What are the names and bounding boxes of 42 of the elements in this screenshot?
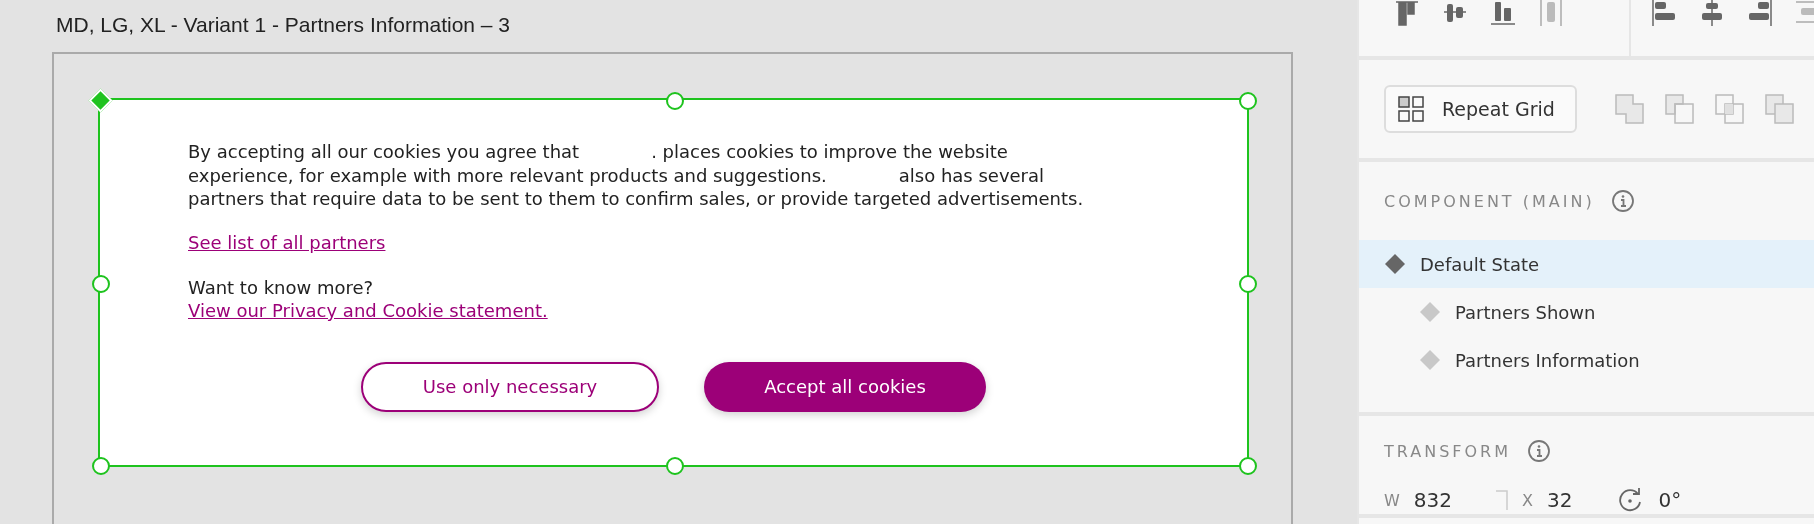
transform-heading: TRANSFORM: [1384, 441, 1512, 461]
resize-handle[interactable]: [665, 457, 684, 475]
align-left-icon[interactable]: [1651, 0, 1677, 26]
distribute-icon[interactable]: [1538, 0, 1564, 26]
privacy-link[interactable]: View our Privacy and Cookie statement.: [188, 298, 548, 322]
artboard-title: MD, LG, XL - Variant 1 - Partners Information – 3: [55, 12, 511, 38]
lock-bracket-icon[interactable]: [1496, 490, 1508, 510]
diamond-icon: [1419, 301, 1441, 323]
partners-link[interactable]: See list of all partners: [188, 230, 386, 254]
input-field[interactable]: 832: [1413, 488, 1452, 512]
resize-handle[interactable]: [92, 457, 110, 475]
cookie-paragraph: By accepting all our cookies you agree that . places cookies to improve the website experience, for example with more relevant products and suggestions. also has several partners that require data to be sent to them to confirm sales, or provide targeted advertisements.: [188, 140, 1085, 211]
resize-handle[interactable]: [1239, 457, 1257, 475]
align-right-icon[interactable]: [1747, 0, 1773, 26]
exclude-icon[interactable]: [1764, 94, 1795, 124]
info-icon[interactable]: [1610, 189, 1635, 213]
state-item[interactable]: Default State: [1359, 240, 1814, 288]
align-center-icon[interactable]: [1699, 0, 1725, 26]
more-question: Want to know more?: [188, 275, 375, 299]
align-top-icon[interactable]: [1394, 0, 1420, 26]
resize-handle[interactable]: [1239, 92, 1257, 110]
align-bottom-icon[interactable]: [1490, 0, 1516, 26]
grid-icon: [1398, 96, 1424, 122]
diamond-icon: [1419, 349, 1441, 371]
subtract-icon[interactable]: [1664, 94, 1695, 124]
component-heading: COMPONENT (MAIN): [1384, 191, 1595, 211]
accept-button[interactable]: Accept all cookies: [704, 361, 986, 412]
resize-handle[interactable]: [665, 92, 684, 110]
intersect-icon[interactable]: [1714, 94, 1745, 124]
state-item[interactable]: Partners Shown: [1359, 288, 1814, 336]
repeat-grid-button[interactable]: Repeat Grid: [1384, 85, 1577, 133]
field-label: W: [1384, 490, 1400, 510]
info-icon[interactable]: [1527, 439, 1552, 463]
state-item[interactable]: Partners Information: [1359, 336, 1814, 384]
union-icon[interactable]: [1614, 94, 1645, 124]
field-label: X: [1522, 490, 1533, 510]
resize-handle[interactable]: [1239, 274, 1257, 293]
rotation-field[interactable]: 0°: [1658, 488, 1682, 512]
resize-handle[interactable]: [92, 274, 110, 293]
diamond-icon: [1384, 253, 1406, 275]
input-field[interactable]: 32: [1547, 488, 1573, 512]
necessary-button[interactable]: Use only necessary: [361, 361, 659, 412]
